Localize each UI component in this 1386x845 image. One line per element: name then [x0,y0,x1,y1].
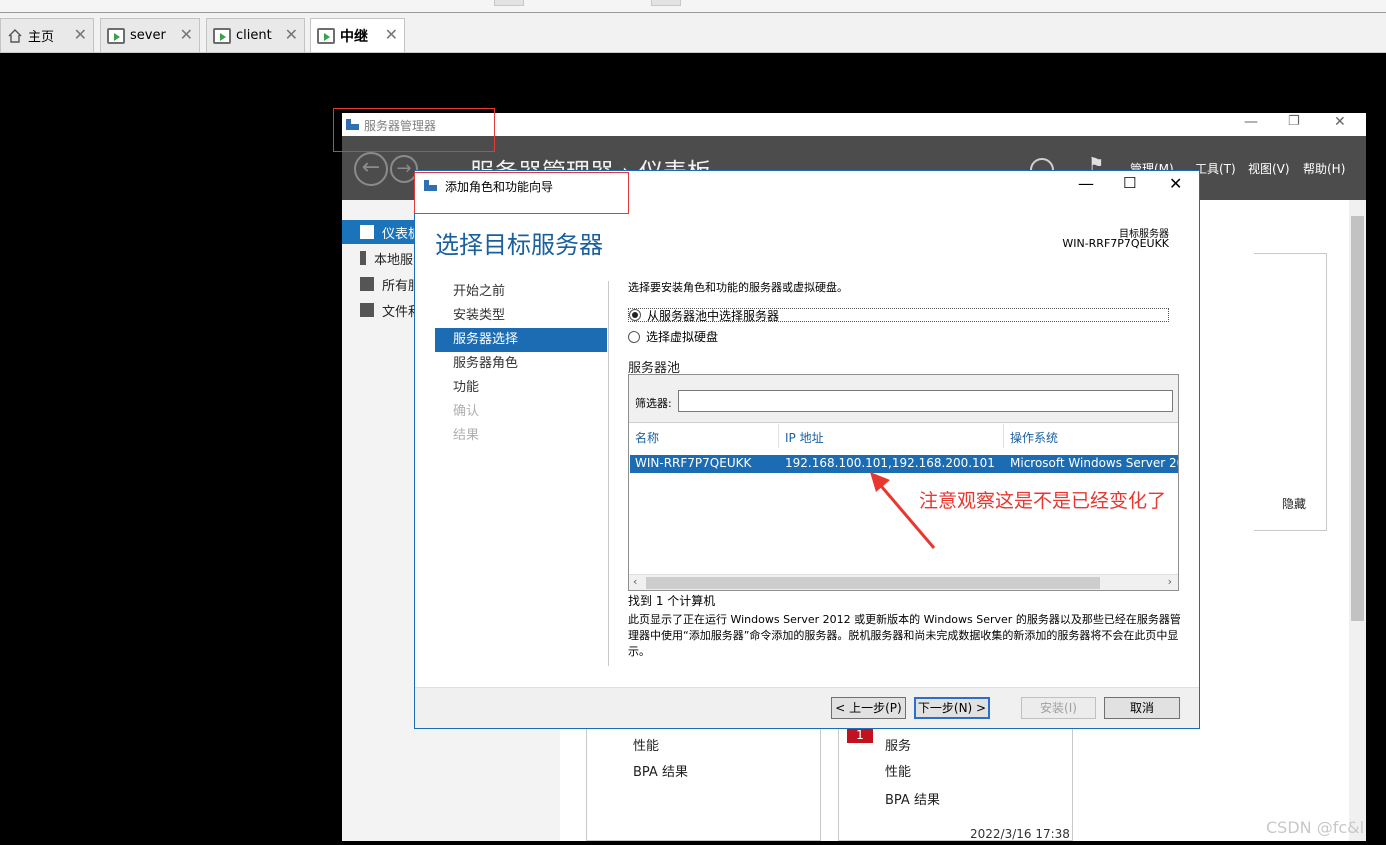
cell-os: Microsoft Windows Server 20 [1010,456,1178,470]
tile-right: 服务 性能 BPA 结果 [838,727,1073,841]
back-button[interactable]: ← [354,152,388,186]
step-results: 结果 [453,428,480,443]
menu-tools[interactable]: 工具(T) [1195,160,1236,177]
host-tab-label: sever [130,28,166,43]
tile-item[interactable]: 性能 [885,761,911,780]
radio-selected-icon[interactable] [629,309,641,321]
radio-virtual-disk[interactable]: 选择虚拟硬盘 [628,328,718,345]
page-title: 选择目标服务器 [435,231,603,259]
install-button: 安装(I) [1021,697,1096,719]
annotation-box-wizard-title [414,172,629,214]
info-note: 此页显示了正在运行 Windows Server 2012 或更新版本的 Win… [628,613,1181,658]
add-roles-wizard-dialog: 添加角色和功能向导 — ☐ ✕ 选择目标服务器 目标服务器 WIN-RRF7P7… [414,170,1200,729]
minimize-icon[interactable]: — [1244,114,1258,130]
step-confirmation: 确认 [453,404,480,419]
close-icon[interactable]: ✕ [180,27,193,43]
menu-help[interactable]: 帮助(H) [1303,160,1345,177]
radio-label: 选择虚拟硬盘 [646,330,719,344]
vm-icon [107,27,125,44]
step-server-selection[interactable]: 服务器选择 [435,328,607,352]
divider [608,281,609,666]
watermark: CSDN @fc&l [1266,818,1365,837]
servers-icon [360,277,374,291]
step-features[interactable]: 功能 [435,376,607,400]
scroll-right-icon[interactable]: › [1168,575,1172,588]
welcome-panel [1254,253,1327,531]
annotation-text: 注意观察这是不是已经变化了 [919,490,1167,512]
vertical-scrollbar[interactable] [1349,200,1366,841]
target-server-value: WIN-RRF7P7QEUKK [1062,237,1169,250]
host-tab-label: 主页 [28,30,55,45]
vm-icon [317,27,335,44]
hide-link[interactable]: 隐藏 [1282,495,1306,512]
radio-label: 从服务器池中选择服务器 [647,308,780,323]
minimize-icon[interactable]: — [1078,174,1094,193]
tile-left: 性能 BPA 结果 [586,727,821,841]
host-tab-client[interactable]: client ✕ [206,18,305,52]
column-header-name[interactable]: 名称 [635,429,659,446]
column-header-os[interactable]: 操作系统 [1010,429,1058,446]
column-separator [778,424,779,448]
alert-badge: 1 [847,727,873,743]
restore-icon[interactable]: ❐ [1288,114,1300,129]
filter-input[interactable] [678,390,1173,412]
host-tab-sever[interactable]: sever ✕ [100,18,200,52]
filter-bar: 筛选器: [629,375,1178,423]
column-header-ip[interactable]: IP 地址 [785,429,824,446]
tile-item[interactable]: BPA 结果 [633,761,688,780]
toolbar-nub [494,0,524,6]
server-manager-titlebar: 服务器管理器 — ❐ ✕ [342,113,1366,136]
annotation-box-window-title [333,108,495,152]
toolbar-nub [651,0,681,6]
menu-view[interactable]: 视图(V) [1248,160,1290,177]
host-tab-label: client [236,28,272,43]
host-tab-home[interactable]: 主页 ✕ [0,18,94,52]
instruction-text: 选择要安装角色和功能的服务器或虚拟硬盘。 [628,281,848,294]
scroll-left-icon[interactable]: ‹ [633,575,637,588]
wizard-footer: < 上一步(P) 下一步(N) > 安装(I) 取消 [415,687,1199,728]
close-icon[interactable]: ✕ [1334,114,1346,130]
next-button[interactable]: 下一步(N) > [914,697,990,719]
filter-label: 筛选器: [635,397,672,410]
cell-name: WIN-RRF7P7QEUKK [635,456,752,470]
tile-item[interactable]: 性能 [633,735,659,754]
close-icon[interactable]: ✕ [74,27,87,43]
host-top-strip [0,0,1386,13]
home-icon [8,28,22,43]
cancel-button[interactable]: 取消 [1104,697,1180,719]
scrollbar-thumb[interactable] [1351,216,1364,621]
host-tab-relay[interactable]: 中继 ✕ [310,18,405,52]
storage-icon [360,303,374,317]
host-tab-label: 中继 [340,28,368,45]
close-icon[interactable]: ✕ [385,27,398,43]
host-tab-bar: 主页 ✕ sever ✕ client ✕ 中继 ✕ [0,13,1386,53]
timestamp: 2022/3/16 17:38 [970,827,1070,841]
scrollbar-thumb[interactable] [646,577,1100,589]
horizontal-scrollbar[interactable]: ‹ › [629,574,1178,590]
radio-unselected-icon[interactable] [628,330,640,343]
server-icon [360,251,366,265]
close-icon[interactable]: ✕ [285,27,298,43]
result-count: 找到 1 个计算机 [628,594,716,608]
dashboard-icon [360,225,374,239]
step-installation-type[interactable]: 安装类型 [435,304,607,328]
column-separator [1003,424,1004,448]
close-icon[interactable]: ✕ [1169,174,1182,193]
vm-icon [213,27,231,44]
step-before-you-begin[interactable]: 开始之前 [435,280,607,304]
prev-button[interactable]: < 上一步(P) [831,697,906,719]
maximize-icon[interactable]: ☐ [1123,174,1136,192]
tile-item[interactable]: 服务 [885,735,911,754]
tile-item[interactable]: BPA 结果 [885,789,940,808]
radio-server-pool[interactable]: 从服务器池中选择服务器 [628,308,1169,323]
step-server-roles[interactable]: 服务器角色 [435,352,607,376]
